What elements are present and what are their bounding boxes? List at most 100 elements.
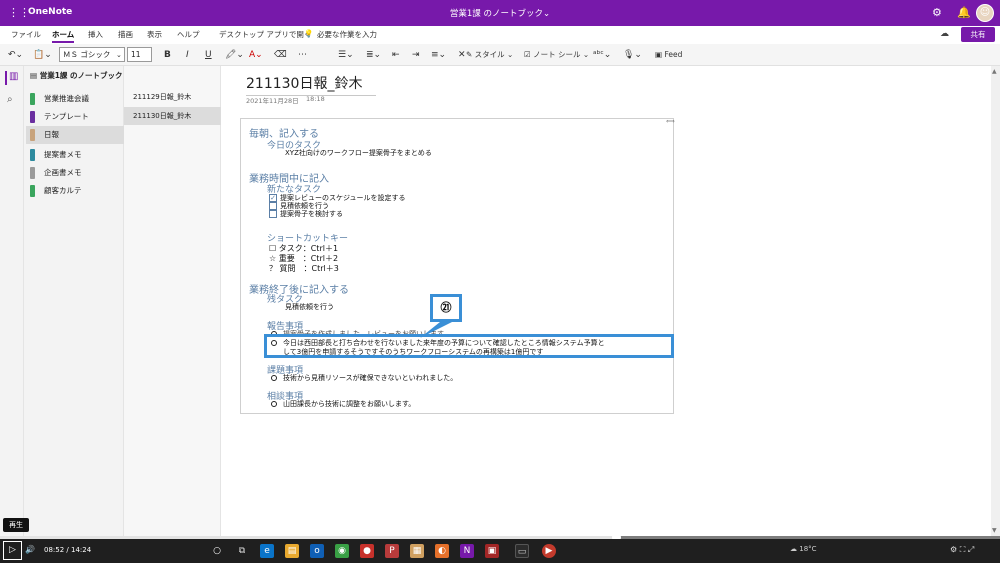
page-list	[124, 66, 221, 536]
indent-icon[interactable]: ⇥	[412, 48, 420, 62]
bullet-circle	[271, 375, 277, 381]
video-player-bar: ▷ 🔊 08:52 / 14:24 ○ ⧉ e ▤ o ◉ ● P ▦ ◐ N …	[0, 539, 1000, 563]
font-color-icon[interactable]: A⌄	[249, 48, 263, 62]
undo-icon[interactable]: ↶⌄	[8, 48, 23, 62]
task-item[interactable]: 提案骨子を検討する	[269, 209, 343, 219]
title-bar: ⋮⋮ OneNote 営業1課 のノートブック⌄ ⚙ 🔔 ☺	[0, 0, 1000, 26]
page-title[interactable]: 211130日報_鈴木	[246, 73, 376, 96]
taskbar-powerpoint-icon[interactable]: P	[385, 544, 399, 558]
bold-button[interactable]: B	[164, 48, 171, 62]
tab-file[interactable]: ファイル	[11, 29, 41, 40]
task-tag-icon: ☐	[269, 244, 277, 253]
chevron-down-icon[interactable]: ⌄	[116, 48, 122, 62]
note-container[interactable]: ⟺ 毎朝、記入する 今日のタスク XYZ社向けのワークフロー提案骨子をまとめる …	[240, 118, 675, 414]
taskbar-app-icon[interactable]: ▣	[485, 544, 499, 558]
clear-format-icon[interactable]: ⌫	[274, 48, 287, 62]
underline-button[interactable]: U	[205, 48, 212, 62]
gear-icon[interactable]: ⚙	[932, 6, 942, 19]
dictate-icon[interactable]: 🎙⌄	[623, 48, 642, 62]
volume-icon[interactable]: 🔊	[25, 545, 35, 554]
weather-widget[interactable]: ☁ 18°C	[790, 545, 817, 553]
notebook-name: 営業1課 のノートブック	[39, 71, 123, 80]
tab-home[interactable]: ホーム	[52, 29, 75, 43]
taskbar-record-icon[interactable]: ●	[360, 544, 374, 558]
clipboard-icon[interactable]: 📋⌄	[33, 48, 52, 62]
italic-button[interactable]: I	[186, 48, 189, 62]
checkbox[interactable]	[269, 210, 277, 218]
taskbar-onenote-icon[interactable]: N	[460, 544, 474, 558]
taskbar-outlook-icon[interactable]: o	[310, 544, 324, 558]
time-display: 08:52 / 14:24	[44, 546, 91, 554]
style-button[interactable]: ✎ スタイル ⌄	[466, 48, 513, 62]
taskbar-edge-icon[interactable]: e	[260, 544, 274, 558]
section-item[interactable]: 企画書メモ	[26, 164, 124, 182]
scroll-up-icon[interactable]: ▲	[992, 68, 997, 75]
today-task[interactable]: XYZ社向けのワークフロー提案骨子をまとめる	[285, 148, 432, 158]
taskbar-terminal-icon[interactable]: ▭	[515, 544, 529, 558]
taskbar-chrome-icon[interactable]: ◉	[335, 544, 349, 558]
feed-label: Feed	[664, 50, 683, 59]
taskbar-explorer-icon[interactable]: ▤	[285, 544, 299, 558]
section-item[interactable]: 顧客カルテ	[26, 182, 124, 200]
page-item[interactable]: 211129日報_鈴木	[124, 88, 221, 106]
taskbar-store-icon[interactable]: ▦	[410, 544, 424, 558]
search-icon[interactable]: ⌕	[7, 94, 13, 105]
section-item[interactable]: 営業推進会議	[26, 90, 124, 108]
avatar[interactable]: ☺	[976, 4, 994, 22]
section-label: テンプレート	[44, 112, 89, 121]
shortcut-text: 質問 ：Ctrl＋3	[279, 264, 339, 273]
vertical-scrollbar[interactable]: ▲ ▼	[991, 66, 1000, 536]
section-color-bar	[30, 111, 35, 123]
consult-item[interactable]: 山田課長から技術に調整をお願いします。	[271, 399, 415, 409]
spelling-icon[interactable]: ᵃᵇᶜ⌄	[593, 48, 611, 62]
scroll-down-icon[interactable]: ▼	[992, 527, 997, 534]
weather-temp: 18°C	[799, 545, 817, 553]
numbered-list-icon[interactable]: ≣⌄	[366, 48, 381, 62]
issue-text: 技術から見積リソースが確保できないといわれました。	[283, 374, 458, 382]
ribbon-toolbar: ↶⌄ 📋⌄ ＭＳ ゴシック ⌄ 11 B I U 🖍⌄ A⌄ ⌫ ⋯ ☰⌄ ≣⌄…	[0, 44, 1000, 66]
notebook-title[interactable]: 営業1課 のノートブック⌄	[0, 7, 1000, 19]
remaining-task[interactable]: 見積依頼を行う	[285, 302, 334, 312]
page-item[interactable]: 211130日報_鈴木	[124, 107, 221, 125]
resize-grip-icon[interactable]: ⟺	[666, 118, 675, 125]
outdent-icon[interactable]: ⇤	[392, 48, 400, 62]
highlight-icon[interactable]: 🖍⌄	[225, 48, 244, 62]
bullet-circle	[271, 401, 277, 407]
note-tag-button[interactable]: ☑ ノート シール ⌄	[524, 48, 589, 62]
bullet-list-icon[interactable]: ☰⌄	[338, 48, 354, 62]
notebooks-icon[interactable]: ▥	[5, 71, 19, 85]
taskbar-search-icon[interactable]: ○	[210, 544, 224, 558]
highlight-box	[264, 334, 674, 358]
question-icon: ？	[269, 264, 277, 273]
more-icon[interactable]: ⋯	[298, 48, 307, 62]
tab-draw[interactable]: 描画	[118, 29, 133, 40]
play-button[interactable]: ▷	[3, 541, 22, 560]
open-desktop-app-link[interactable]: デスクトップ アプリで開く	[219, 29, 311, 40]
section-item[interactable]: 提案書メモ	[26, 146, 124, 164]
share-button[interactable]: 共有	[961, 27, 995, 42]
feed-button[interactable]: ▣ Feed	[655, 48, 682, 62]
time-separator: /	[66, 546, 69, 554]
font-size-select[interactable]: 11	[127, 47, 152, 62]
section-item[interactable]: テンプレート	[26, 108, 124, 126]
clear-icon[interactable]: ✕	[458, 48, 466, 62]
align-icon[interactable]: ≡⌄	[431, 48, 446, 62]
taskbar-media-icon[interactable]: ▶	[542, 544, 556, 558]
sync-icon[interactable]: ☁	[940, 29, 949, 39]
tell-me-input[interactable]: 必要な作業を入力	[317, 29, 377, 40]
section-color-bar	[30, 93, 35, 105]
section-label: 顧客カルテ	[44, 186, 82, 195]
notebook-header[interactable]: ▤ 営業1課 のノートブック ⌄	[30, 70, 131, 81]
section-label: 提案書メモ	[44, 150, 82, 159]
tab-view[interactable]: 表示	[147, 29, 162, 40]
system-tray[interactable]: ⚙ ⛶ ⤢	[950, 545, 974, 555]
tab-help[interactable]: ヘルプ	[177, 29, 200, 40]
taskbar-firefox-icon[interactable]: ◐	[435, 544, 449, 558]
section-item[interactable]: 日報	[26, 126, 124, 144]
bell-icon[interactable]: 🔔	[957, 6, 971, 19]
issue-item[interactable]: 技術から見積リソースが確保できないといわれました。	[271, 373, 457, 383]
tab-insert[interactable]: 挿入	[88, 29, 103, 40]
taskbar-taskview-icon[interactable]: ⧉	[235, 544, 249, 558]
lightbulb-icon: 💡	[304, 29, 314, 38]
shortcut-item[interactable]: ？ 質問 ：Ctrl＋3	[269, 263, 339, 274]
